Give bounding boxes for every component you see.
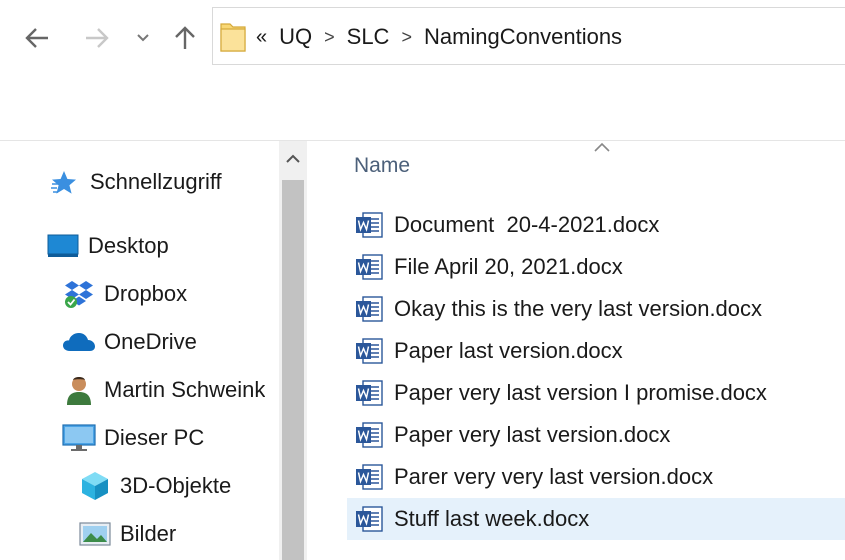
file-name: Paper very last version I promise.docx [394, 380, 767, 405]
file-name: Okay this is the very last version.docx [394, 296, 763, 321]
word-document-icon [354, 378, 384, 408]
word-document-icon [354, 294, 384, 324]
nav-item-label: Dieser PC [104, 425, 205, 450]
nav-item-onedrive[interactable]: OneDrive [62, 322, 197, 362]
nav-item-user-folder[interactable]: Martin Schweink [62, 370, 279, 410]
folder-icon [220, 20, 246, 52]
user-folder-icon [62, 375, 96, 405]
breadcrumb-item-namingconventions[interactable]: NamingConventions [424, 24, 622, 50]
file-name: Document 20-4-2021.docx [394, 212, 660, 237]
breadcrumb-overflow-button[interactable]: « [256, 26, 267, 49]
back-button[interactable] [20, 20, 54, 56]
file-name: Paper last version.docx [394, 338, 623, 363]
word-document-icon [354, 462, 384, 492]
chevron-up-icon [286, 154, 300, 163]
nav-item-this-pc[interactable]: Dieser PC [62, 418, 204, 458]
breadcrumb-separator[interactable]: > [401, 27, 412, 48]
forward-button[interactable] [80, 20, 114, 56]
up-button[interactable] [168, 20, 202, 56]
nav-item-label: OneDrive [104, 329, 197, 354]
file-row[interactable]: Paper last version.docx [347, 330, 845, 372]
column-header-name[interactable]: Name [354, 154, 410, 178]
file-row[interactable]: Parer very very last version.docx [347, 456, 845, 498]
file-row[interactable]: Paper very last version.docx [347, 414, 845, 456]
nav-item-label: 3D-Objekte [120, 473, 232, 498]
file-name: Stuff last week.docx [394, 506, 590, 531]
word-document-icon [354, 252, 384, 282]
recent-locations-button[interactable] [128, 20, 158, 56]
sort-ascending-icon [590, 140, 614, 156]
nav-item-desktop[interactable]: Desktop [46, 226, 169, 266]
word-document-icon [354, 420, 384, 450]
nav-item-label: Desktop [88, 233, 169, 258]
word-document-icon [354, 336, 384, 366]
file-name: Paper very last version.docx [394, 422, 671, 447]
nav-item-3d-objects[interactable]: 3D-Objekte [78, 466, 231, 506]
arrow-left-icon [25, 28, 48, 48]
this-pc-icon [62, 423, 96, 453]
file-row[interactable]: Stuff last week.docx [347, 498, 845, 540]
arrow-right-icon [86, 28, 109, 48]
navigation-toolbar: « UQ > SLC > NamingConventions [0, 0, 845, 140]
nav-item-dropbox[interactable]: Dropbox [62, 274, 187, 314]
quick-access-star-icon [48, 167, 80, 197]
nav-item-label: Martin Schweink [104, 377, 266, 402]
dropbox-icon [62, 279, 96, 309]
arrow-up-icon [175, 26, 195, 49]
word-document-icon [354, 504, 384, 534]
breadcrumb-item-slc[interactable]: SLC [347, 24, 390, 50]
desktop-icon [46, 231, 80, 261]
chevron-down-icon [137, 34, 149, 42]
breadcrumb: « UQ > SLC > NamingConventions [256, 22, 622, 52]
word-document-icon [354, 210, 384, 240]
nav-scroll-up-button[interactable] [279, 141, 307, 177]
nav-scrollbar-thumb[interactable] [282, 180, 304, 560]
breadcrumb-separator[interactable]: > [324, 27, 335, 48]
nav-item-label: Schnellzugriff [90, 169, 222, 194]
nav-item-pictures[interactable]: Bilder [78, 514, 176, 554]
nav-item-label: Dropbox [104, 281, 188, 306]
nav-item-label: Bilder [120, 521, 177, 546]
onedrive-cloud-icon [62, 327, 96, 357]
3d-objects-icon [78, 471, 112, 501]
file-name: Parer very very last version.docx [394, 464, 714, 489]
file-row[interactable]: File April 20, 2021.docx [347, 246, 845, 288]
file-row[interactable]: Document 20-4-2021.docx [347, 204, 845, 246]
file-row[interactable]: Paper very last version I promise.docx [347, 372, 845, 414]
pictures-icon [78, 519, 112, 549]
breadcrumb-item-uq[interactable]: UQ [279, 24, 312, 50]
nav-item-quick-access[interactable]: Schnellzugriff [48, 162, 222, 202]
file-name: File April 20, 2021.docx [394, 254, 623, 279]
file-row[interactable]: Okay this is the very last version.docx [347, 288, 845, 330]
